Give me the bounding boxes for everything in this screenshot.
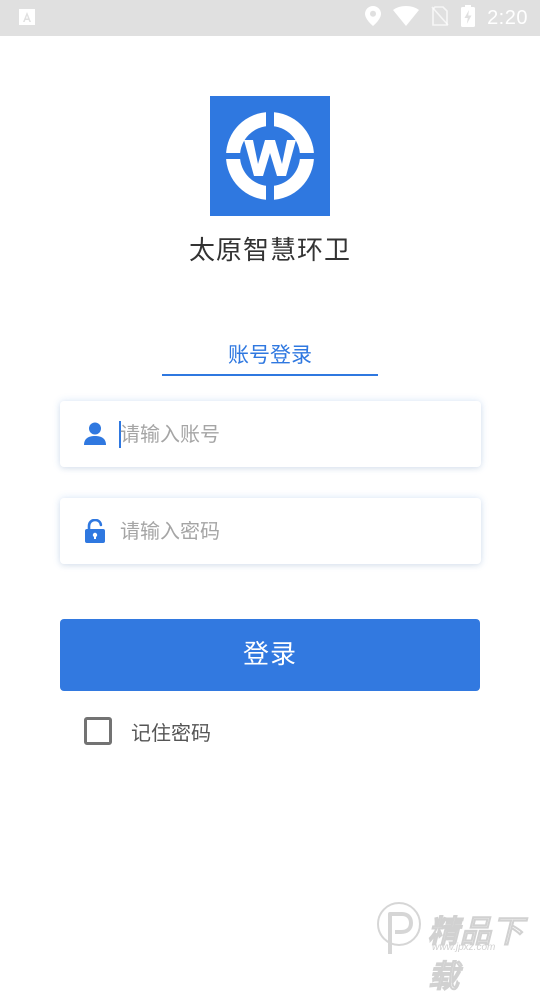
remember-password-label: 记住密码 (131, 720, 211, 745)
unlock-icon (84, 518, 106, 543)
no-sim-icon (431, 6, 449, 30)
watermark-p-icon (377, 902, 421, 954)
account-input[interactable] (120, 411, 460, 457)
wifi-icon (393, 6, 420, 30)
status-time: 2:20 (487, 6, 528, 29)
account-field[interactable] (60, 401, 481, 467)
app-title: 太原智慧环卫 (188, 236, 351, 266)
password-input[interactable] (120, 508, 460, 554)
watermark-url: www.jpxz.com (432, 942, 496, 953)
watermark: 精品下载 www.jpxz.com (372, 898, 540, 996)
w-emblem-logo (224, 110, 316, 202)
battery-charging-icon (461, 5, 476, 31)
status-bar: 2:20 (0, 0, 540, 36)
tab-account-login[interactable]: 账号登录 (162, 340, 378, 376)
location-icon (365, 6, 382, 30)
status-icons: 2:20 (365, 0, 528, 36)
app-logo (210, 96, 330, 216)
remember-password-row[interactable]: 记住密码 (84, 716, 211, 746)
person-icon (84, 422, 106, 446)
password-field[interactable] (60, 498, 481, 564)
login-button[interactable]: 登录 (60, 619, 480, 691)
remember-password-checkbox[interactable] (84, 717, 112, 745)
android-notification-icon (19, 9, 35, 25)
